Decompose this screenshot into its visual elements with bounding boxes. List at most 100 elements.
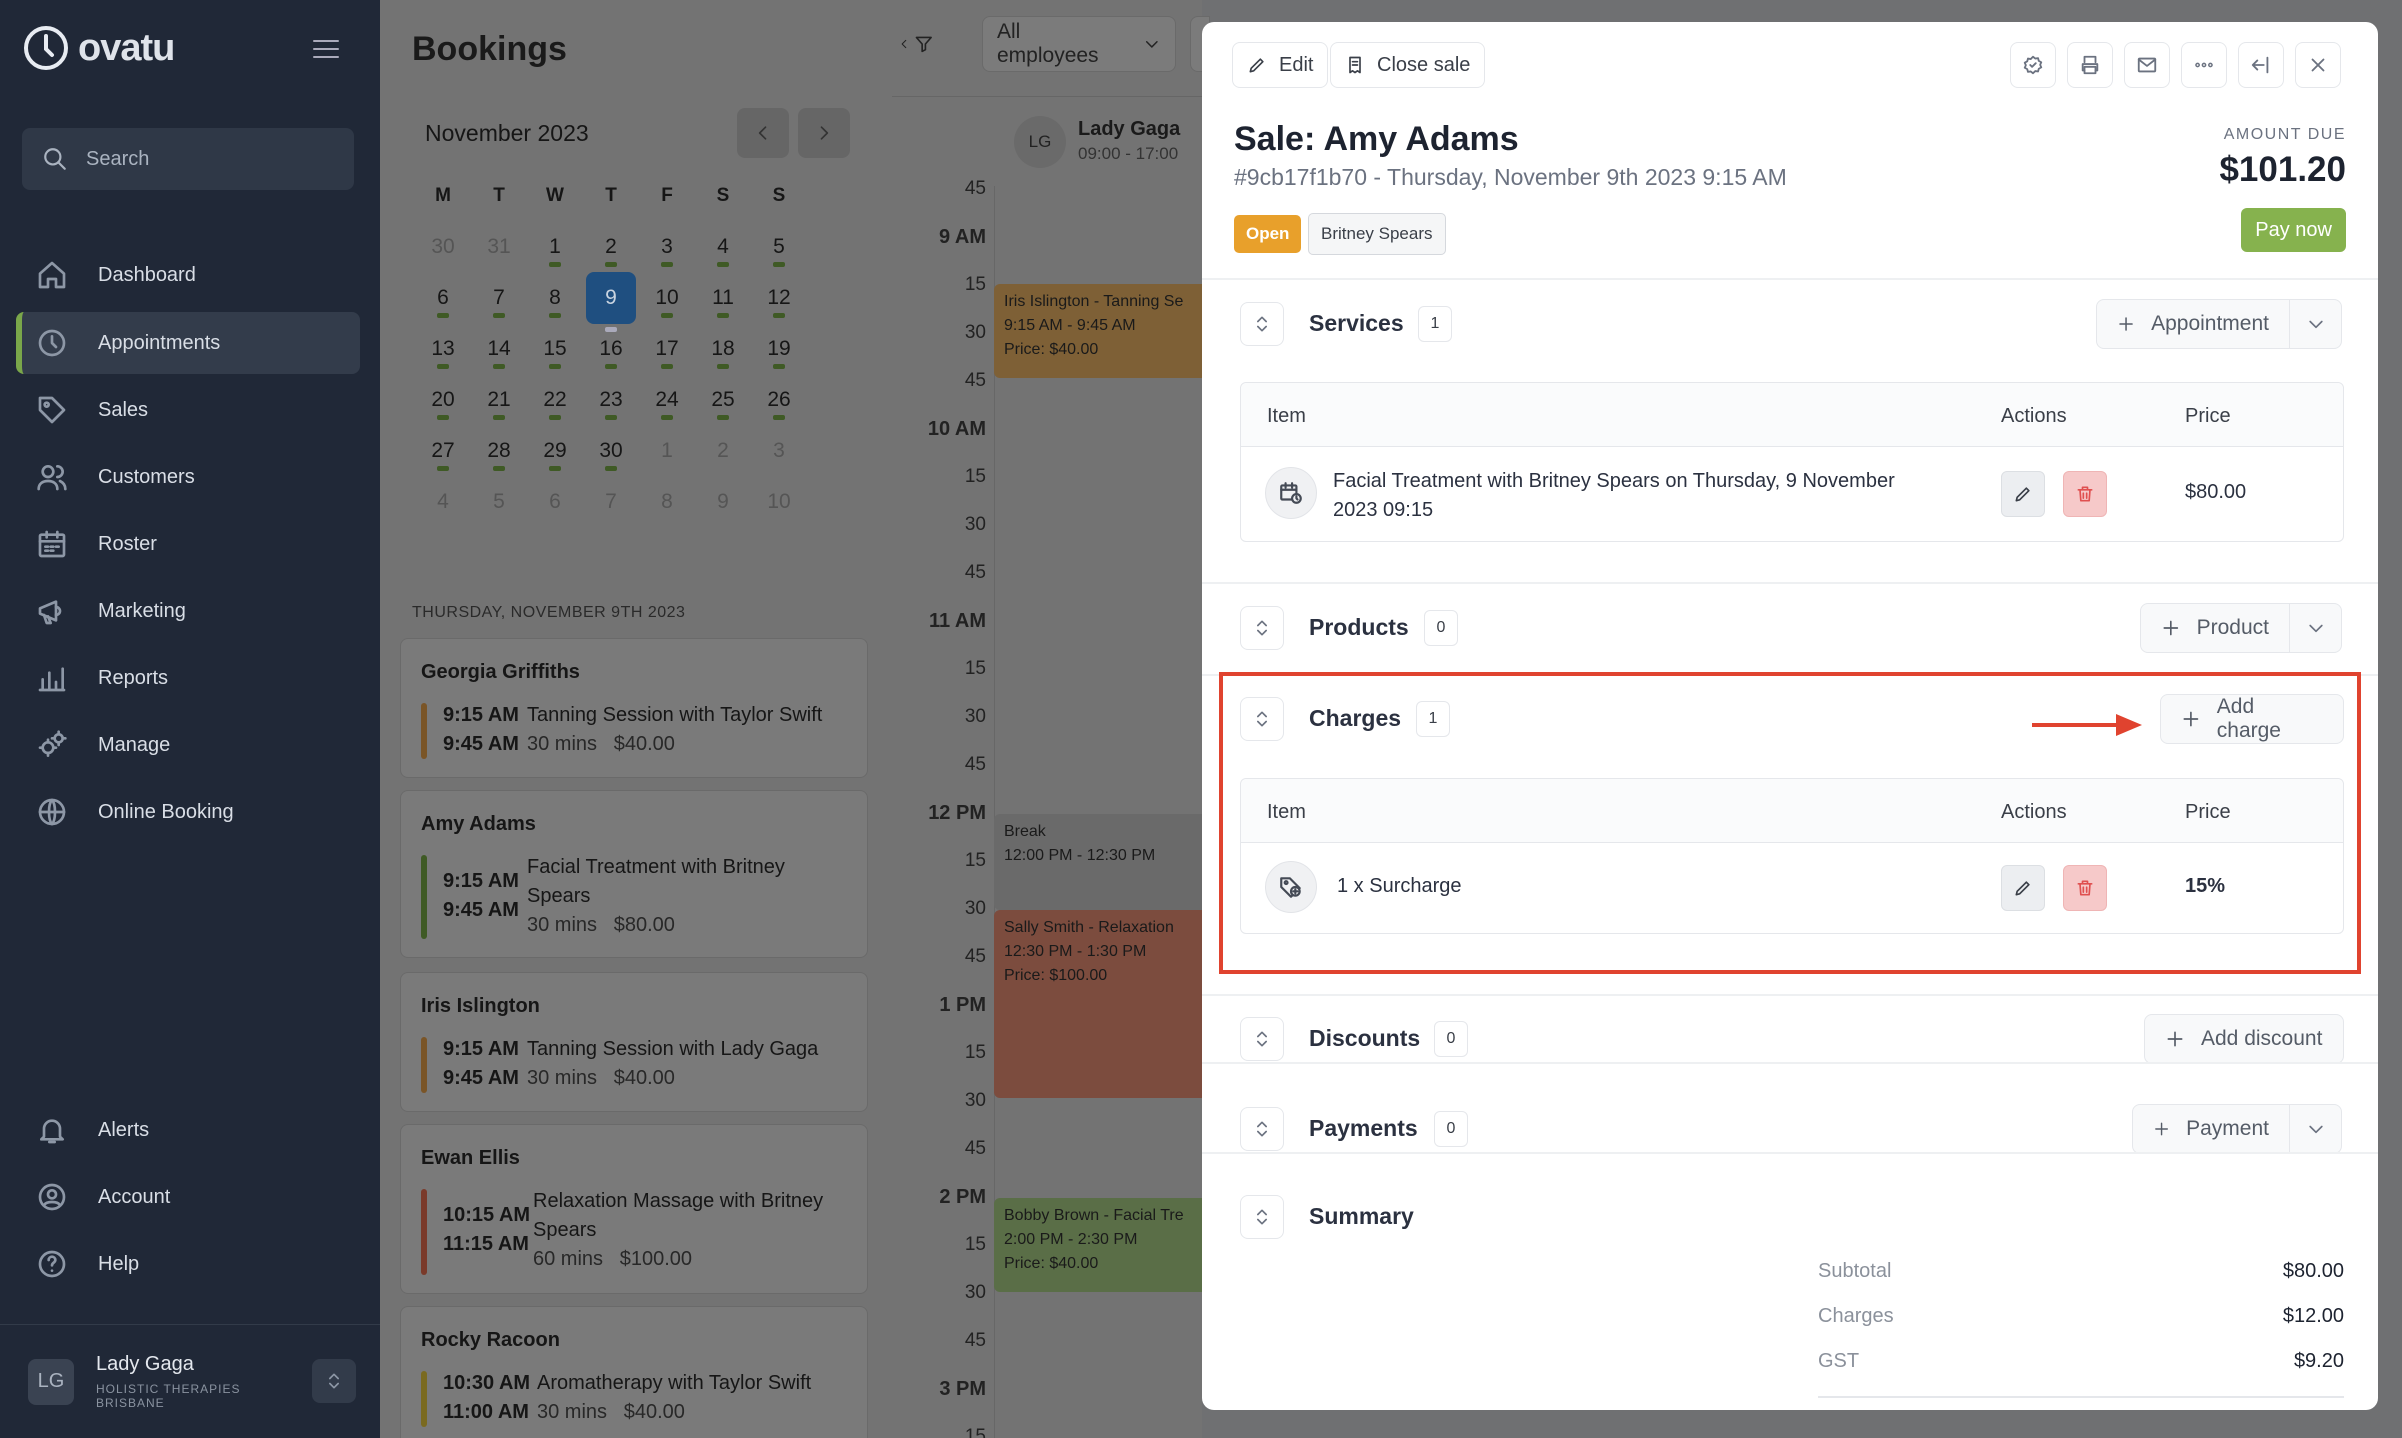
calendar-day[interactable]: 4 (695, 235, 751, 267)
calendar-day[interactable]: 1 (639, 439, 695, 463)
nav-manage[interactable]: Manage (16, 714, 360, 776)
calendar-event[interactable]: Bobby Brown - Facial Tre 2:00 PM - 2:30 … (994, 1198, 1214, 1292)
calendar-day[interactable]: 6 (527, 490, 583, 514)
calendar-event[interactable]: Sally Smith - Relaxation 12:30 PM - 1:30… (994, 910, 1214, 1098)
next-month-button[interactable] (798, 108, 850, 158)
print-button[interactable] (2067, 42, 2113, 88)
booking-card[interactable]: Amy Adams 9:15 AM 9:45 AM Facial Treatmen… (400, 790, 868, 958)
booking-card[interactable]: Rocky Racoon 10:30 AM 11:00 AM Aromathera… (400, 1306, 868, 1438)
add-payment-button[interactable]: Payment (2132, 1104, 2290, 1154)
calendar-event[interactable]: Break 12:00 PM - 12:30 PM (994, 814, 1214, 910)
calendar-day[interactable]: 25 (695, 388, 751, 420)
calendar-day[interactable]: 17 (639, 337, 695, 369)
calendar-day[interactable]: 5 (751, 235, 807, 267)
products-toggle[interactable] (1240, 606, 1284, 650)
nav-reports[interactable]: Reports (16, 647, 360, 709)
nav-marketing[interactable]: Marketing (16, 580, 360, 642)
booking-card[interactable]: Ewan Ellis 10:15 AM 11:15 AM Relaxation M… (400, 1124, 868, 1294)
prev-month-button[interactable] (737, 108, 789, 158)
payment-dropdown-button[interactable] (2290, 1104, 2342, 1154)
booking-card[interactable]: Georgia Griffiths 9:15 AM 9:45 AM Tanning… (400, 638, 868, 778)
employee-filter-select[interactable]: All employees (982, 16, 1176, 72)
current-user[interactable]: LG Lady Gaga HOLISTIC THERAPIES BRISBANE (0, 1324, 380, 1438)
calendar-day[interactable]: 14 (471, 337, 527, 369)
charges-toggle[interactable] (1240, 697, 1284, 741)
calendar-day[interactable]: 24 (639, 388, 695, 420)
calendar-day[interactable]: 9 (695, 490, 751, 514)
services-toggle[interactable] (1240, 302, 1284, 346)
nav-appointments[interactable]: Appointments (16, 312, 360, 374)
user-switch-icon[interactable] (312, 1359, 356, 1403)
nav-help[interactable]: Help (16, 1233, 360, 1295)
add-charge-button[interactable]: Add charge (2160, 694, 2344, 744)
calendar-day[interactable]: 8 (527, 286, 583, 318)
calendar-day[interactable]: 7 (583, 490, 639, 514)
calendar-day[interactable]: 6 (415, 286, 471, 318)
nav-account[interactable]: Account (16, 1166, 360, 1228)
calendar-day[interactable]: 31 (471, 235, 527, 259)
calendar-day[interactable]: 27 (415, 439, 471, 471)
delete-charge-button[interactable] (2063, 865, 2107, 911)
calendar-day[interactable]: 29 (527, 439, 583, 471)
calendar-day[interactable]: 26 (751, 388, 807, 420)
filter-button[interactable] (892, 16, 940, 72)
nav-dashboard[interactable]: Dashboard (16, 244, 360, 306)
calendar-day[interactable]: 7 (471, 286, 527, 318)
email-button[interactable] (2124, 42, 2170, 88)
nav-roster[interactable]: Roster (16, 513, 360, 575)
menu-toggle-icon[interactable] (312, 36, 340, 62)
calendar-day[interactable]: 5 (471, 490, 527, 514)
calendar-day[interactable]: 20 (415, 388, 471, 420)
nav-alerts[interactable]: Alerts (16, 1099, 360, 1161)
calendar-day[interactable]: 15 (527, 337, 583, 369)
edit-service-button[interactable] (2001, 471, 2045, 517)
calendar-day[interactable]: 4 (415, 490, 471, 514)
calendar-day[interactable]: 13 (415, 337, 471, 369)
summary-toggle[interactable] (1240, 1195, 1284, 1239)
add-product-button[interactable]: Product (2140, 603, 2290, 653)
calendar-day[interactable]: 21 (471, 388, 527, 420)
calendar-day[interactable]: 19 (751, 337, 807, 369)
close-modal-button[interactable] (2295, 42, 2341, 88)
calendar-day[interactable]: 3 (639, 235, 695, 267)
close-sale-button[interactable]: Close sale (1330, 42, 1486, 88)
calendar-day[interactable]: 8 (639, 490, 695, 514)
collapse-panel-button[interactable] (2238, 42, 2284, 88)
search-input[interactable]: Search (22, 128, 354, 190)
calendar-day[interactable]: 2 (695, 439, 751, 463)
payments-toggle[interactable] (1240, 1107, 1284, 1151)
calendar-day[interactable]: 16 (583, 337, 639, 369)
calendar-day[interactable]: 30 (583, 439, 639, 471)
edit-button[interactable]: Edit (1232, 42, 1329, 88)
calendar-event[interactable]: Iris Islington - Tanning Se 9:15 AM - 9:… (994, 284, 1214, 378)
delete-service-button[interactable] (2063, 471, 2107, 517)
badge-button[interactable] (2010, 42, 2056, 88)
calendar-day[interactable]: 10 (751, 490, 807, 514)
nav-online-booking[interactable]: Online Booking (16, 781, 360, 843)
add-discount-button[interactable]: Add discount (2144, 1014, 2344, 1064)
calendar-day[interactable]: 18 (695, 337, 751, 369)
calendar-day[interactable]: 9 (583, 271, 639, 332)
edit-charge-button[interactable] (2001, 865, 2045, 911)
calendar-day[interactable]: 2 (583, 235, 639, 267)
add-appointment-button[interactable]: Appointment (2096, 299, 2290, 349)
chevron-left-icon (901, 39, 907, 49)
calendar-day[interactable]: 12 (751, 286, 807, 318)
calendar-day[interactable]: 11 (695, 286, 751, 318)
calendar-day[interactable]: 30 (415, 235, 471, 259)
discounts-toggle[interactable] (1240, 1017, 1284, 1061)
calendar-day[interactable]: 28 (471, 439, 527, 471)
calendar-day[interactable]: 1 (527, 235, 583, 267)
appointment-dropdown-button[interactable] (2290, 299, 2342, 349)
nav-customers[interactable]: Customers (16, 446, 360, 508)
nav-sales[interactable]: Sales (16, 379, 360, 441)
pay-now-button[interactable]: Pay now (2241, 208, 2346, 252)
calendar-day[interactable]: 23 (583, 388, 639, 420)
product-dropdown-button[interactable] (2290, 603, 2342, 653)
calendar-day[interactable]: 3 (751, 439, 807, 463)
calendar-day[interactable]: 22 (527, 388, 583, 420)
more-button[interactable] (2181, 42, 2227, 88)
booking-card[interactable]: Iris Islington 9:15 AM 9:45 AM Tanning Se… (400, 972, 868, 1112)
app-logo[interactable]: ovatu (22, 24, 175, 72)
calendar-day[interactable]: 10 (639, 286, 695, 318)
